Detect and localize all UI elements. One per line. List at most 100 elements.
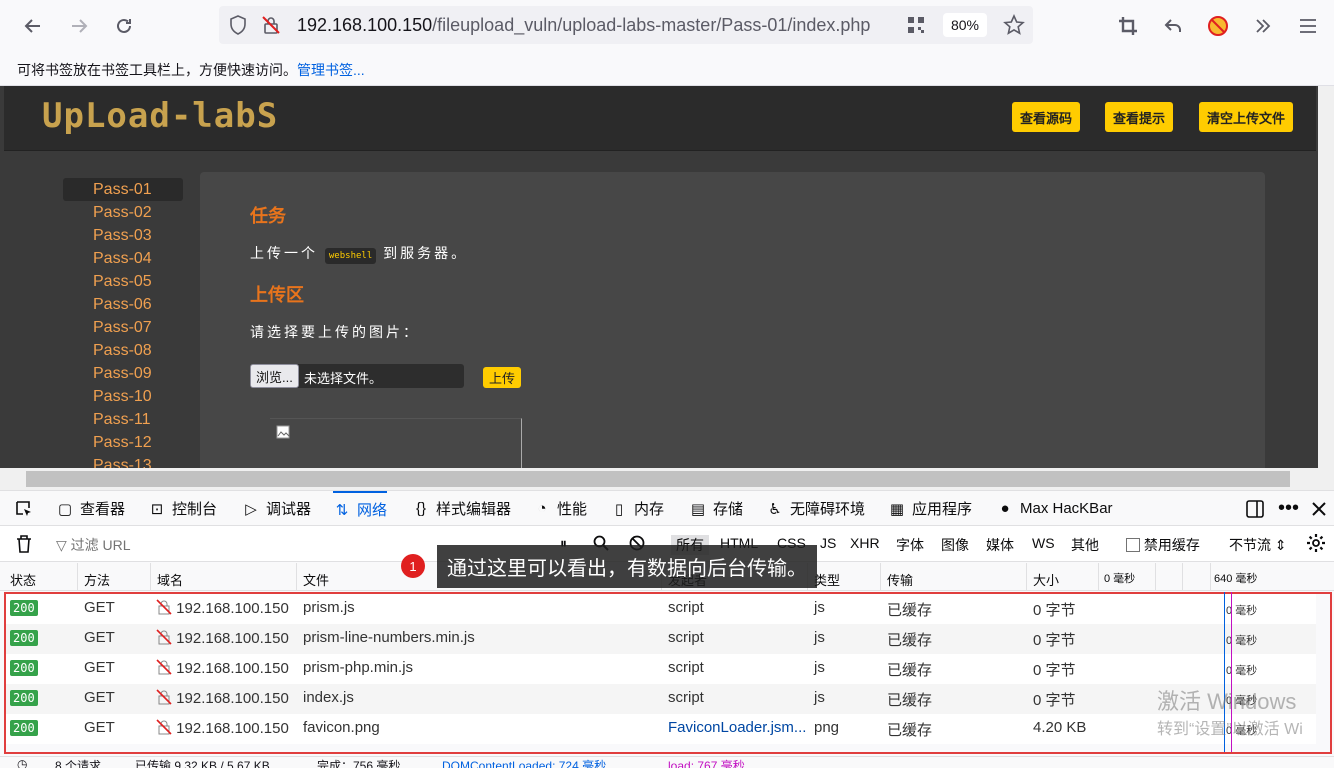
request-row[interactable]: 200 GET 192.168.100.150 prism.js script js 已缓… — [6, 594, 1316, 624]
type-filter[interactable]: 媒体 — [986, 535, 1014, 555]
url-text[interactable]: 192.168.100.150/fileupload_vuln/upload-l… — [297, 15, 870, 36]
menu-item[interactable]: Pass-08 — [63, 339, 183, 362]
column-divider[interactable] — [1026, 563, 1027, 591]
column-divider[interactable] — [880, 563, 881, 591]
devtools-tab[interactable]: ▦ 应用程序 — [888, 491, 972, 526]
vertical-scrollbar[interactable] — [1318, 86, 1334, 490]
menu-item[interactable]: Pass-01 — [63, 178, 183, 201]
element-picker-icon[interactable] — [14, 491, 34, 526]
performance-icon[interactable]: ◷ — [17, 757, 27, 768]
horizontal-scrollbar[interactable] — [0, 468, 1318, 490]
devtools-tab[interactable]: ⇅ 网络 — [333, 491, 388, 526]
scrollbar-thumb[interactable] — [26, 471, 1290, 487]
devtools-tab[interactable]: {} 样式编辑器 — [412, 491, 511, 526]
column-header[interactable]: 类型 — [814, 570, 840, 589]
request-count: 8 个请求 — [55, 759, 102, 768]
checkbox-box[interactable] — [1126, 538, 1140, 552]
column-header[interactable]: 大小 — [1033, 570, 1059, 589]
throttle-select[interactable]: 不节流 ⇕ — [1229, 535, 1287, 555]
devtools-tab[interactable]: ▤ 存储 — [689, 491, 743, 526]
request-row[interactable]: 200 GET 192.168.100.150 index.js script js 已缓… — [6, 684, 1316, 714]
view-source-button[interactable]: 查看源码 — [1012, 102, 1081, 132]
column-header[interactable]: 640 毫秒 — [1214, 570, 1257, 586]
column-header[interactable]: 传输 — [887, 570, 913, 589]
browse-button[interactable]: 浏览... — [250, 364, 299, 388]
settings-gear-icon[interactable] — [1306, 533, 1326, 556]
trash-icon[interactable] — [15, 534, 33, 557]
column-divider[interactable] — [1155, 563, 1156, 591]
transferred-size: 已传输 9.32 KB / 5.67 KB — [135, 759, 270, 768]
devtools-tab-label: 内存 — [634, 501, 665, 518]
menu-item[interactable]: Pass-07 — [63, 316, 183, 339]
screenshot-crop-icon[interactable] — [1112, 10, 1144, 42]
request-row[interactable]: 200 GET 192.168.100.150 prism-php.min.js sc… — [6, 654, 1316, 684]
cell-status: 200 — [10, 629, 38, 646]
menu-hamburger-icon[interactable] — [1292, 10, 1324, 42]
shield-icon[interactable] — [229, 15, 247, 38]
close-devtools-icon[interactable] — [1311, 491, 1327, 526]
menu-item[interactable]: Pass-12 — [63, 431, 183, 454]
menu-item[interactable]: Pass-02 — [63, 201, 183, 224]
devtools-tab[interactable]: ♿ 无障碍环境 — [766, 491, 865, 526]
devtools-options-icon[interactable]: ••• — [1278, 491, 1299, 526]
menu-item[interactable]: Pass-09 — [63, 362, 183, 385]
column-divider[interactable] — [77, 563, 78, 591]
type-filter[interactable]: JS — [820, 535, 836, 551]
upload-button[interactable]: 上传 — [483, 367, 522, 388]
dock-icon[interactable] — [1246, 491, 1264, 526]
menu-item[interactable]: Pass-06 — [63, 293, 183, 316]
devtools-tab[interactable]: ▷ 调试器 — [242, 491, 311, 526]
type-filter[interactable]: 图像 — [941, 535, 969, 555]
column-divider[interactable] — [1182, 563, 1183, 591]
forward-icon[interactable] — [63, 10, 95, 42]
manage-bookmarks-link[interactable]: 管理书签... — [297, 62, 365, 78]
clear-uploads-button[interactable]: 清空上传文件 — [1199, 102, 1294, 132]
more-tools-chevron-icon[interactable] — [1247, 10, 1279, 42]
qr-code-icon[interactable] — [907, 16, 925, 37]
type-filter[interactable]: 其他 — [1071, 535, 1099, 555]
annotation-callout: 通过这里可以看出，有数据向后台传输。 — [437, 545, 817, 588]
pass-menu: Pass-01 Pass-02 Pass-03 Pass-04 Pass-05 Pass-… — [63, 178, 183, 477]
devtools-tab-label: 应用程序 — [912, 501, 973, 518]
type-filter[interactable]: XHR — [850, 535, 880, 551]
bookmark-star-icon[interactable] — [1003, 14, 1025, 39]
menu-item[interactable]: Pass-03 — [63, 224, 183, 247]
devtools-tab[interactable]: ▢ 查看器 — [56, 491, 125, 526]
column-divider[interactable] — [1098, 563, 1099, 591]
insecure-lock-icon[interactable] — [261, 15, 281, 38]
column-header[interactable]: 文件 — [303, 570, 329, 589]
filter-url-input[interactable]: ▽ 过滤 URL — [56, 535, 131, 555]
column-divider[interactable] — [296, 563, 297, 591]
column-divider[interactable] — [1210, 563, 1211, 591]
file-input[interactable]: 浏览... 未选择文件。 — [250, 364, 464, 388]
devtools-tab[interactable]: ● Max HacKBar — [996, 491, 1112, 526]
menu-item[interactable]: Pass-05 — [63, 270, 183, 293]
zoom-indicator[interactable]: 80% — [943, 13, 987, 37]
column-header[interactable]: 域名 — [157, 570, 183, 589]
disable-cache-checkbox[interactable]: 禁用缓存 — [1126, 535, 1200, 555]
devtools-tab[interactable]: ◔ 性能 — [533, 491, 587, 526]
blocked-extension-icon[interactable] — [1202, 10, 1234, 42]
storage-icon: ▤ — [690, 500, 706, 518]
cell-file: index.js — [303, 689, 354, 706]
back-icon[interactable] — [17, 10, 49, 42]
column-header[interactable]: 方法 — [84, 570, 110, 589]
request-row[interactable]: 200 GET 192.168.100.150 favicon.png Favicon… — [6, 714, 1316, 744]
devtools-tab[interactable]: ⊡ 控制台 — [148, 491, 217, 526]
memory-icon: ▯ — [614, 500, 624, 518]
reload-icon[interactable] — [108, 10, 140, 42]
type-filter[interactable]: 字体 — [896, 535, 924, 555]
undo-arrow-icon[interactable] — [1157, 10, 1189, 42]
menu-item[interactable]: Pass-11 — [63, 408, 183, 431]
request-row[interactable]: 200 GET 192.168.100.150 prism-line-numbers… — [6, 624, 1316, 654]
menu-item[interactable]: Pass-04 — [63, 247, 183, 270]
devtools-tab[interactable]: ▯ 内存 — [610, 491, 664, 526]
column-divider[interactable] — [150, 563, 151, 591]
view-hint-button[interactable]: 查看提示 — [1105, 102, 1174, 132]
site-logo[interactable]: UpLoad-labS — [42, 96, 278, 136]
url-bar[interactable]: 192.168.100.150/fileupload_vuln/upload-l… — [219, 6, 1033, 44]
column-header[interactable]: 0 毫秒 — [1104, 570, 1135, 586]
column-header[interactable]: 状态 — [10, 570, 36, 589]
type-filter[interactable]: WS — [1032, 535, 1055, 551]
menu-item[interactable]: Pass-10 — [63, 385, 183, 408]
